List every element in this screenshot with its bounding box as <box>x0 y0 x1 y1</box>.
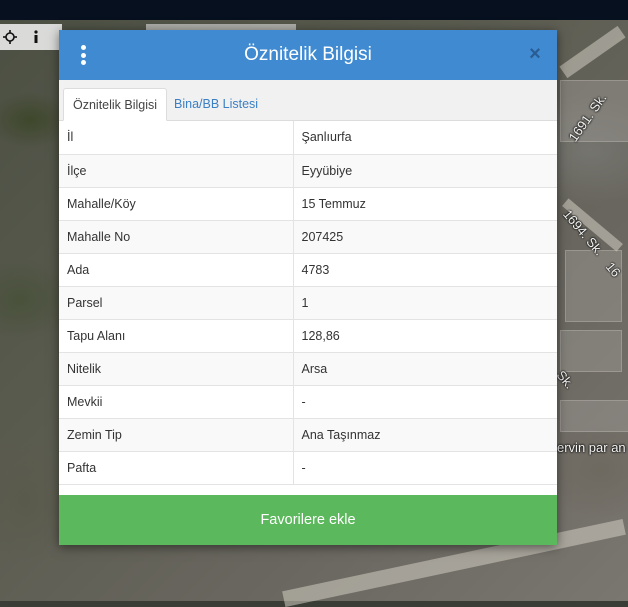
attribute-key: Pafta <box>59 451 294 485</box>
attribute-info-dialog: Öznitelik Bilgisi × Öznitelik Bilgisi Bi… <box>59 30 557 545</box>
tab-bar: Öznitelik Bilgisi Bina/BB Listesi <box>59 80 557 121</box>
attribute-value: - <box>293 451 557 485</box>
attribute-value: 128,86 <box>293 319 557 353</box>
table-row: Nitelik Arsa <box>59 352 557 386</box>
table-row: Mahalle/Köy 15 Temmuz <box>59 187 557 221</box>
add-to-favorites-button[interactable]: Favorilere ekle <box>59 495 557 545</box>
attribute-value: 4783 <box>293 253 557 287</box>
close-icon[interactable]: × <box>527 42 543 66</box>
attribute-key: Zemin Tip <box>59 418 294 452</box>
attribute-key: Tapu Alanı <box>59 319 294 353</box>
attribute-value: 15 Temmuz <box>293 187 557 221</box>
map-road <box>559 25 626 79</box>
table-row: Tapu Alanı 128,86 <box>59 319 557 353</box>
attribute-value: Eyyübiye <box>293 154 557 188</box>
table-row: İlçe Eyyübiye <box>59 154 557 188</box>
attribute-value: 207425 <box>293 220 557 254</box>
attribute-key: Parsel <box>59 286 294 320</box>
kebab-menu-icon[interactable] <box>79 45 87 65</box>
dialog-header: Öznitelik Bilgisi × <box>59 30 557 80</box>
attribute-value: 1 <box>293 286 557 320</box>
attribute-key: Mahalle/Köy <box>59 187 294 221</box>
attribute-key: Mevkii <box>59 385 294 419</box>
table-row: Mahalle No 207425 <box>59 220 557 254</box>
attribute-key: İlçe <box>59 154 294 188</box>
tab-attribute-info[interactable]: Öznitelik Bilgisi <box>63 88 168 121</box>
map-building <box>560 330 622 372</box>
tab-building-list[interactable]: Bina/BB Listesi <box>165 88 267 120</box>
attribute-value: Şanlıurfa <box>293 121 557 155</box>
attribute-value: - <box>293 385 557 419</box>
attribute-key: Mahalle No <box>59 220 294 254</box>
move-icon[interactable] <box>2 29 18 45</box>
attribute-value: Ana Taşınmaz <box>293 418 557 452</box>
map-building <box>560 400 628 432</box>
street-label: ervin par an <box>557 440 626 455</box>
table-row: İl Şanlıurfa <box>59 121 557 155</box>
table-row: Ada 4783 <box>59 253 557 287</box>
info-icon[interactable] <box>28 29 44 45</box>
table-row: Parsel 1 <box>59 286 557 320</box>
table-row: Mevkii - <box>59 385 557 419</box>
attribute-value: Arsa <box>293 352 557 386</box>
attribute-key: Ada <box>59 253 294 287</box>
dialog-title: Öznitelik Bilgisi <box>244 44 372 65</box>
table-row: Pafta - <box>59 451 557 485</box>
attribute-key: İl <box>59 121 294 155</box>
map-toolbar <box>0 24 62 50</box>
top-bar <box>0 0 628 20</box>
attribute-table: İl Şanlıurfa İlçe Eyyübiye Mahalle/Köy 15 Tem… <box>59 121 557 485</box>
attribute-key: Nitelik <box>59 352 294 386</box>
table-row: Zemin Tip Ana Taşınmaz <box>59 418 557 452</box>
